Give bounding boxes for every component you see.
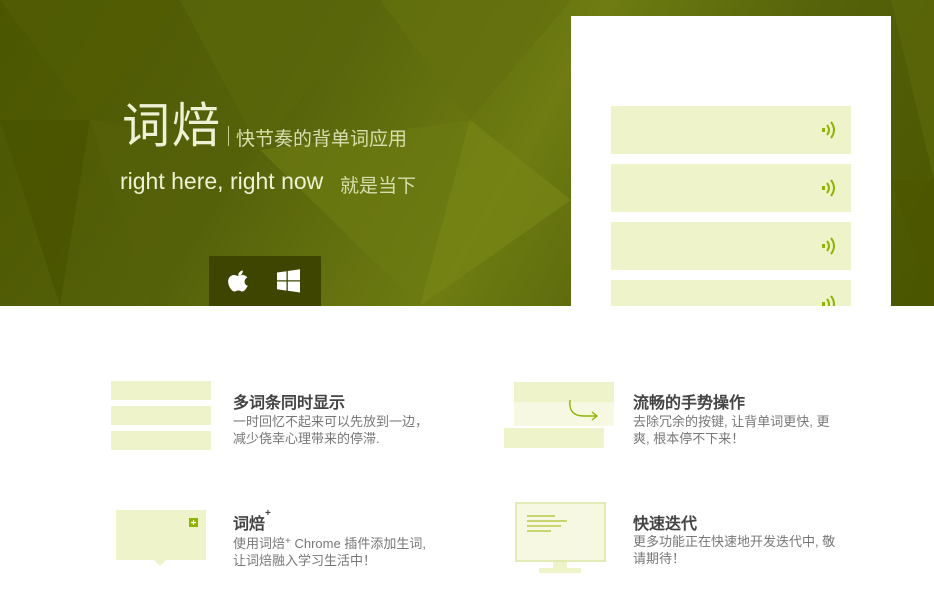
multi-entry-illustration <box>111 381 211 450</box>
apple-download-button[interactable] <box>226 266 256 296</box>
feature-title: 词焙+ <box>233 508 271 533</box>
word-card[interactable] <box>611 280 851 306</box>
hero-banner: 词焙 快节奏的背单词应用 right here, right now 就是当下 <box>0 0 934 306</box>
speaker-icon[interactable] <box>821 236 837 256</box>
feature-desc: 使用词焙+ Chrome 插件添加生词, 让词焙融入学习生活中！ <box>233 536 426 568</box>
word-card[interactable] <box>611 222 851 270</box>
speaker-icon[interactable] <box>821 178 837 198</box>
app-tagline: 快节奏的背单词应用 <box>236 129 408 150</box>
feature-desc: 一时回忆不起来可以先放到一边，减少侥幸心理带来的停滞. <box>233 414 429 446</box>
speaker-icon[interactable] <box>821 120 837 140</box>
feature-title: 流畅的手势操作 <box>633 395 746 412</box>
app-preview-panel <box>571 16 891 306</box>
monitor-illustration <box>515 502 606 573</box>
feature-desc: 去除冗余的按键, 让背单词更快, 更爽, 根本停不下来！ <box>633 414 830 446</box>
speaker-icon[interactable] <box>821 294 837 306</box>
brand-divider <box>228 126 229 146</box>
platform-bar <box>209 256 321 306</box>
app-name: 词焙 <box>122 98 223 154</box>
feature-desc: 更多功能正在快速地开发迭代中, 敬请期待！ <box>633 534 836 566</box>
feature-title: 快速迭代 <box>633 516 698 533</box>
word-card[interactable] <box>611 164 851 212</box>
windows-download-button[interactable] <box>274 266 304 296</box>
slogan-cn: 就是当下 <box>340 176 417 197</box>
apple-icon <box>228 270 248 292</box>
feature-title: 多词条同时显示 <box>233 395 346 412</box>
slogan: right here, right now <box>120 168 324 194</box>
windows-icon <box>277 269 300 293</box>
gesture-illustration <box>504 382 614 448</box>
chrome-plugin-illustration <box>116 510 206 566</box>
word-card[interactable] <box>611 106 851 154</box>
